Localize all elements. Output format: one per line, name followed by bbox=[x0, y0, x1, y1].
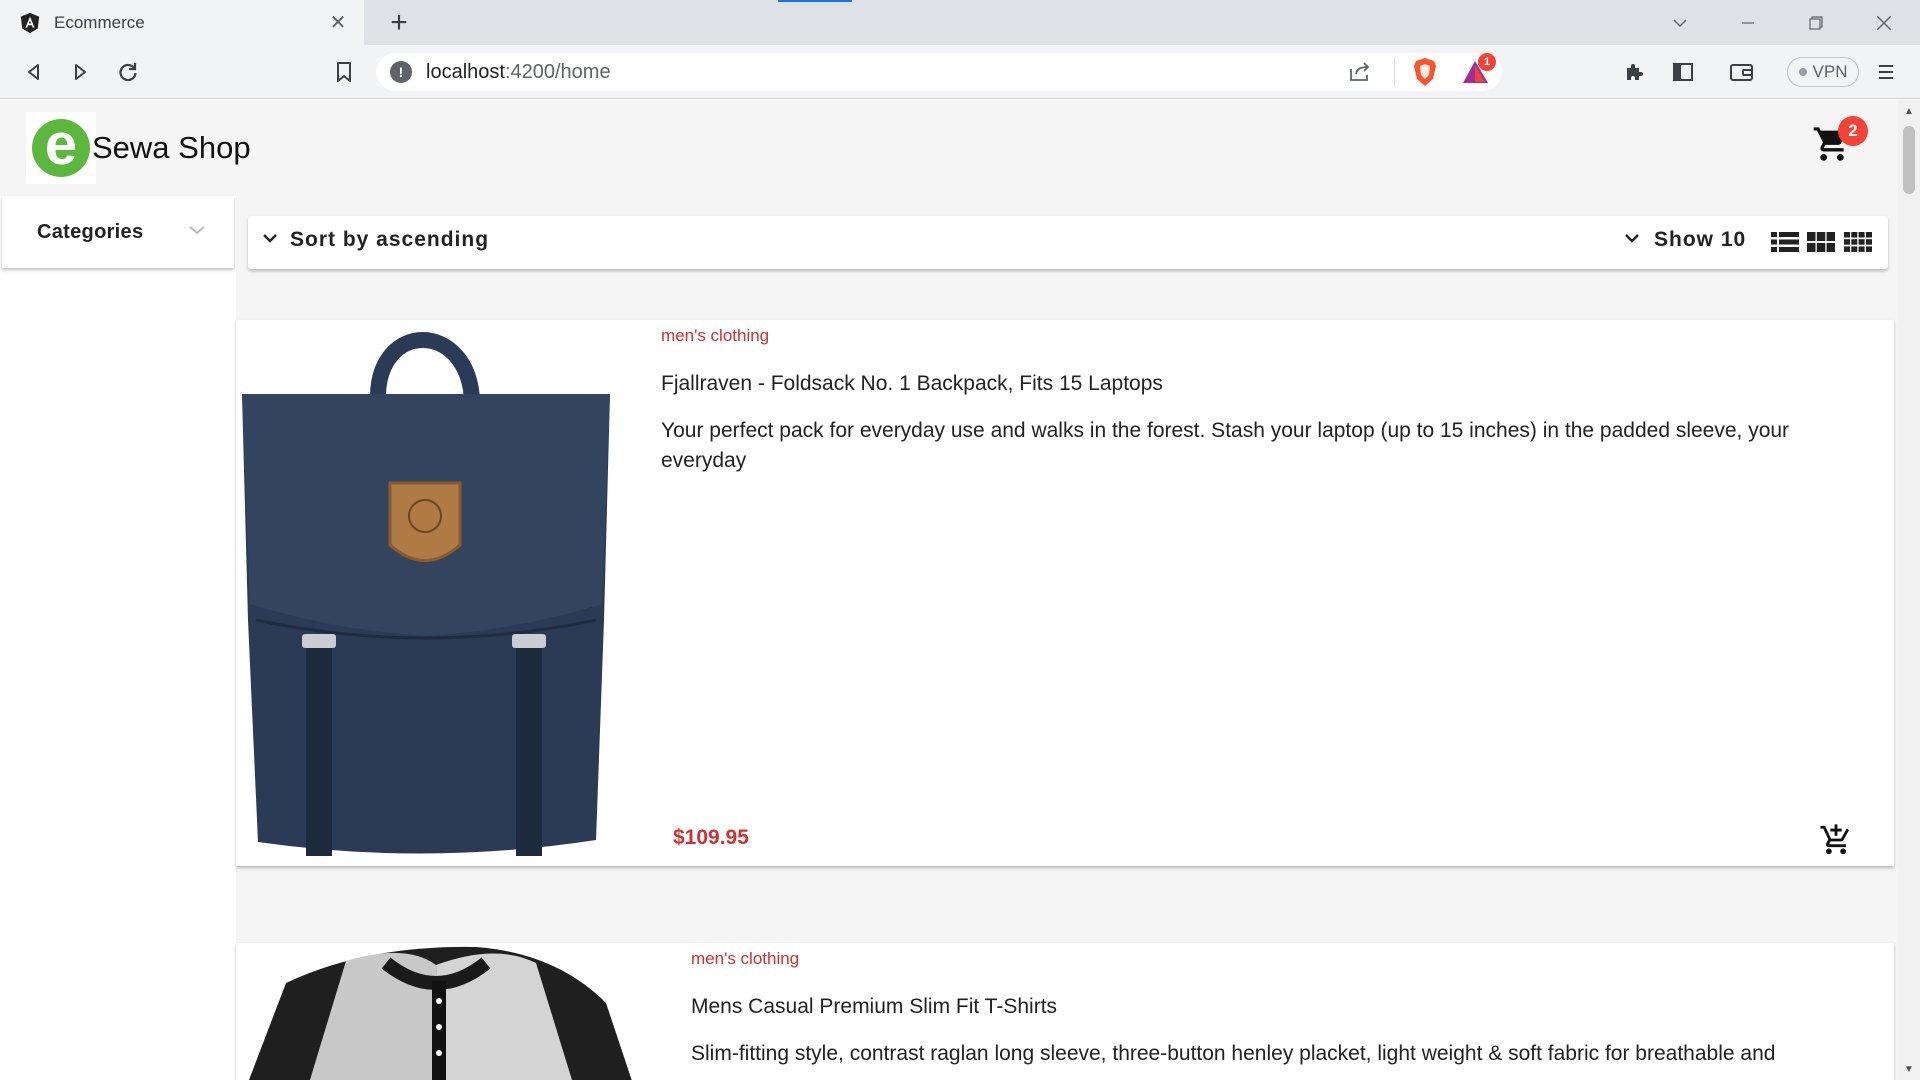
rewards-badge: 1 bbox=[1478, 53, 1496, 71]
browser-tab[interactable]: Ecommerce ✕ bbox=[0, 0, 364, 45]
chevron-down-icon bbox=[262, 231, 278, 249]
extensions-icon[interactable] bbox=[1616, 54, 1652, 90]
product-title[interactable]: Mens Casual Premium Slim Fit T-Shirts bbox=[691, 995, 1057, 1019]
vpn-label: VPN bbox=[1812, 62, 1848, 81]
sort-label: Sort by ascending bbox=[290, 228, 490, 251]
tab-search-icon[interactable] bbox=[1646, 0, 1714, 45]
site-info-icon[interactable]: ! bbox=[390, 61, 412, 83]
sort-dropdown[interactable]: Sort by ascending bbox=[262, 228, 489, 252]
sort-toolbar: Sort by ascending Show 10 bbox=[248, 216, 1888, 269]
list-view-icon[interactable] bbox=[1770, 228, 1800, 256]
scroll-down-icon[interactable]: ▼ bbox=[1902, 1062, 1916, 1076]
product-category: men's clothing bbox=[691, 949, 800, 968]
sidebar: Categories bbox=[0, 196, 236, 1080]
bookmark-icon[interactable] bbox=[326, 54, 362, 90]
logo[interactable]: e bbox=[26, 112, 96, 184]
logo-mark: e bbox=[32, 116, 90, 177]
compact-grid-view-icon[interactable] bbox=[1843, 228, 1873, 256]
page-scrollbar[interactable]: ▲ ▼ bbox=[1898, 100, 1920, 1080]
omnibox-divider bbox=[1394, 58, 1395, 86]
product-title[interactable]: Fjallraven - Foldsack No. 1 Backpack, Fi… bbox=[661, 372, 1163, 396]
product-card[interactable]: men's clothing Mens Casual Premium Slim … bbox=[236, 943, 1894, 1080]
wallet-icon[interactable] bbox=[1724, 54, 1760, 90]
scroll-up-icon[interactable]: ▲ bbox=[1902, 104, 1916, 118]
tab-title: Ecommerce bbox=[54, 12, 145, 32]
scrollbar-thumb[interactable] bbox=[1903, 126, 1915, 194]
show-count-label: Show 10 bbox=[1654, 228, 1747, 251]
product-image[interactable] bbox=[236, 943, 646, 1080]
brave-shields-icon[interactable] bbox=[1412, 57, 1438, 92]
product-image[interactable] bbox=[236, 320, 616, 866]
add-to-cart-icon[interactable] bbox=[1816, 820, 1856, 860]
page-size-dropdown[interactable]: Show 10 bbox=[1624, 228, 1746, 252]
chevron-down-icon bbox=[188, 223, 206, 241]
product-price: $109.95 bbox=[673, 826, 749, 849]
address-bar[interactable]: ! localhost:4200/home 1 bbox=[376, 53, 1502, 91]
vpn-button[interactable]: VPN bbox=[1787, 57, 1859, 87]
app-header: e Sewa Shop 2 bbox=[0, 100, 1898, 196]
chevron-down-icon bbox=[1624, 231, 1640, 249]
menu-icon[interactable] bbox=[1868, 54, 1904, 90]
window-close-icon[interactable] bbox=[1850, 0, 1918, 45]
categories-dropdown[interactable]: Categories bbox=[2, 196, 234, 268]
restore-icon[interactable] bbox=[1782, 0, 1850, 45]
share-icon[interactable] bbox=[1348, 61, 1372, 88]
grid-view-icon[interactable] bbox=[1806, 228, 1836, 256]
product-description: Your perfect pack for everyday use and w… bbox=[661, 419, 1790, 472]
categories-label: Categories bbox=[37, 220, 144, 243]
sidebar-panel-icon[interactable] bbox=[1665, 54, 1701, 90]
reload-icon[interactable] bbox=[110, 54, 146, 90]
brand-name[interactable]: Sewa Shop bbox=[92, 130, 251, 166]
close-icon[interactable]: ✕ bbox=[326, 11, 350, 35]
product-category: men's clothing bbox=[661, 326, 770, 345]
browser-tab-strip: Ecommerce ✕ + bbox=[0, 0, 1920, 45]
angular-icon bbox=[18, 11, 42, 35]
new-tab-icon[interactable]: + bbox=[382, 6, 416, 40]
product-card[interactable]: men's clothing Fjallraven - Foldsack No.… bbox=[236, 320, 1894, 866]
back-icon[interactable] bbox=[16, 54, 52, 90]
minimize-icon[interactable] bbox=[1714, 0, 1782, 45]
forward-icon[interactable] bbox=[62, 54, 98, 90]
tab-loading-indicator bbox=[778, 0, 852, 2]
page-viewport: e Sewa Shop 2 Categories Sort by ascendi… bbox=[0, 100, 1898, 1080]
cart-count-badge: 2 bbox=[1838, 116, 1868, 146]
url-text: localhost:4200/home bbox=[426, 60, 611, 83]
browser-toolbar: ! localhost:4200/home 1 VPN bbox=[0, 45, 1920, 99]
product-description: Slim-fitting style, contrast raglan long… bbox=[691, 1042, 1776, 1065]
vpn-status-dot bbox=[1798, 68, 1807, 76]
